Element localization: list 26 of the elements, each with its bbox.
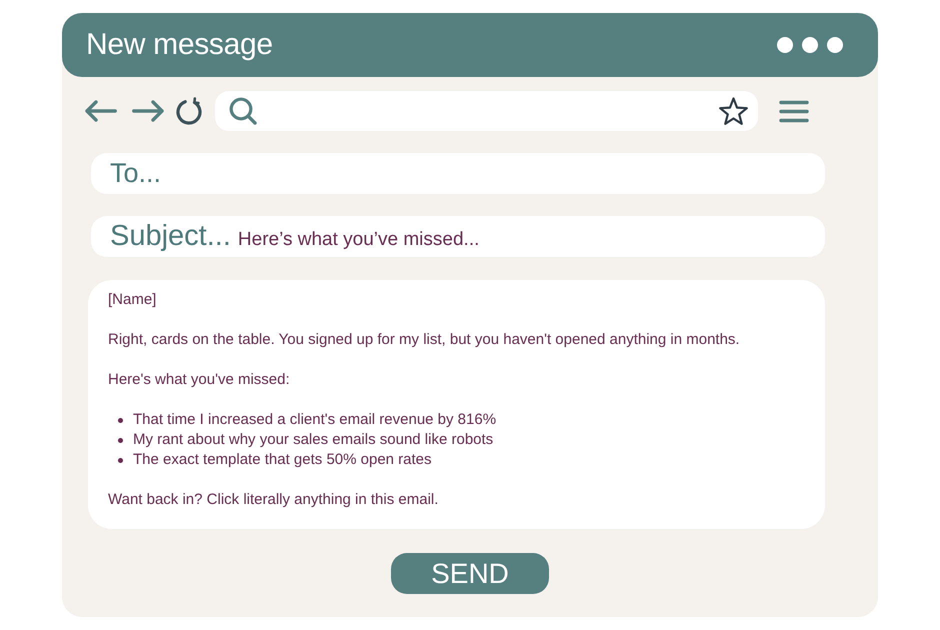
bullet-icon: [118, 418, 123, 422]
search-icon: [229, 97, 257, 125]
body-text: [Name]: [108, 290, 156, 310]
to-field[interactable]: To...: [91, 153, 825, 194]
body-text: Want back in? Click literally anything in this email.: [108, 490, 438, 510]
list-item-text: The exact template that gets 50% open rates: [133, 450, 432, 470]
subject-value: Here’s what you’ve missed...: [238, 228, 480, 252]
list-item-text: That time I increased a client's email revenue by 816%: [133, 410, 496, 430]
more-icon[interactable]: [777, 37, 843, 53]
subject-field[interactable]: Subject... Here’s what you’ve missed...: [91, 216, 825, 257]
to-label: To...: [110, 157, 162, 190]
subject-label: Subject...: [110, 219, 231, 254]
body-text: Here's what you've missed:: [108, 370, 290, 390]
body-text: Right, cards on the table. You signed up for my list, but you haven't opened anything in months.: [108, 330, 740, 350]
bullet-icon: [118, 438, 123, 442]
window-title: New message: [86, 27, 273, 63]
menu-icon[interactable]: [779, 100, 809, 122]
back-arrow-icon[interactable]: [85, 100, 117, 122]
list-item-text: My rant about why your sales emails sound like robots: [133, 430, 494, 450]
bullet-icon: [118, 458, 123, 462]
star-icon[interactable]: [718, 96, 749, 126]
refresh-icon[interactable]: [175, 97, 203, 125]
message-body-field[interactable]: [88, 280, 825, 529]
send-button[interactable]: SEND: [391, 553, 549, 594]
search-field[interactable]: [215, 91, 758, 131]
forward-arrow-icon[interactable]: [132, 100, 164, 122]
